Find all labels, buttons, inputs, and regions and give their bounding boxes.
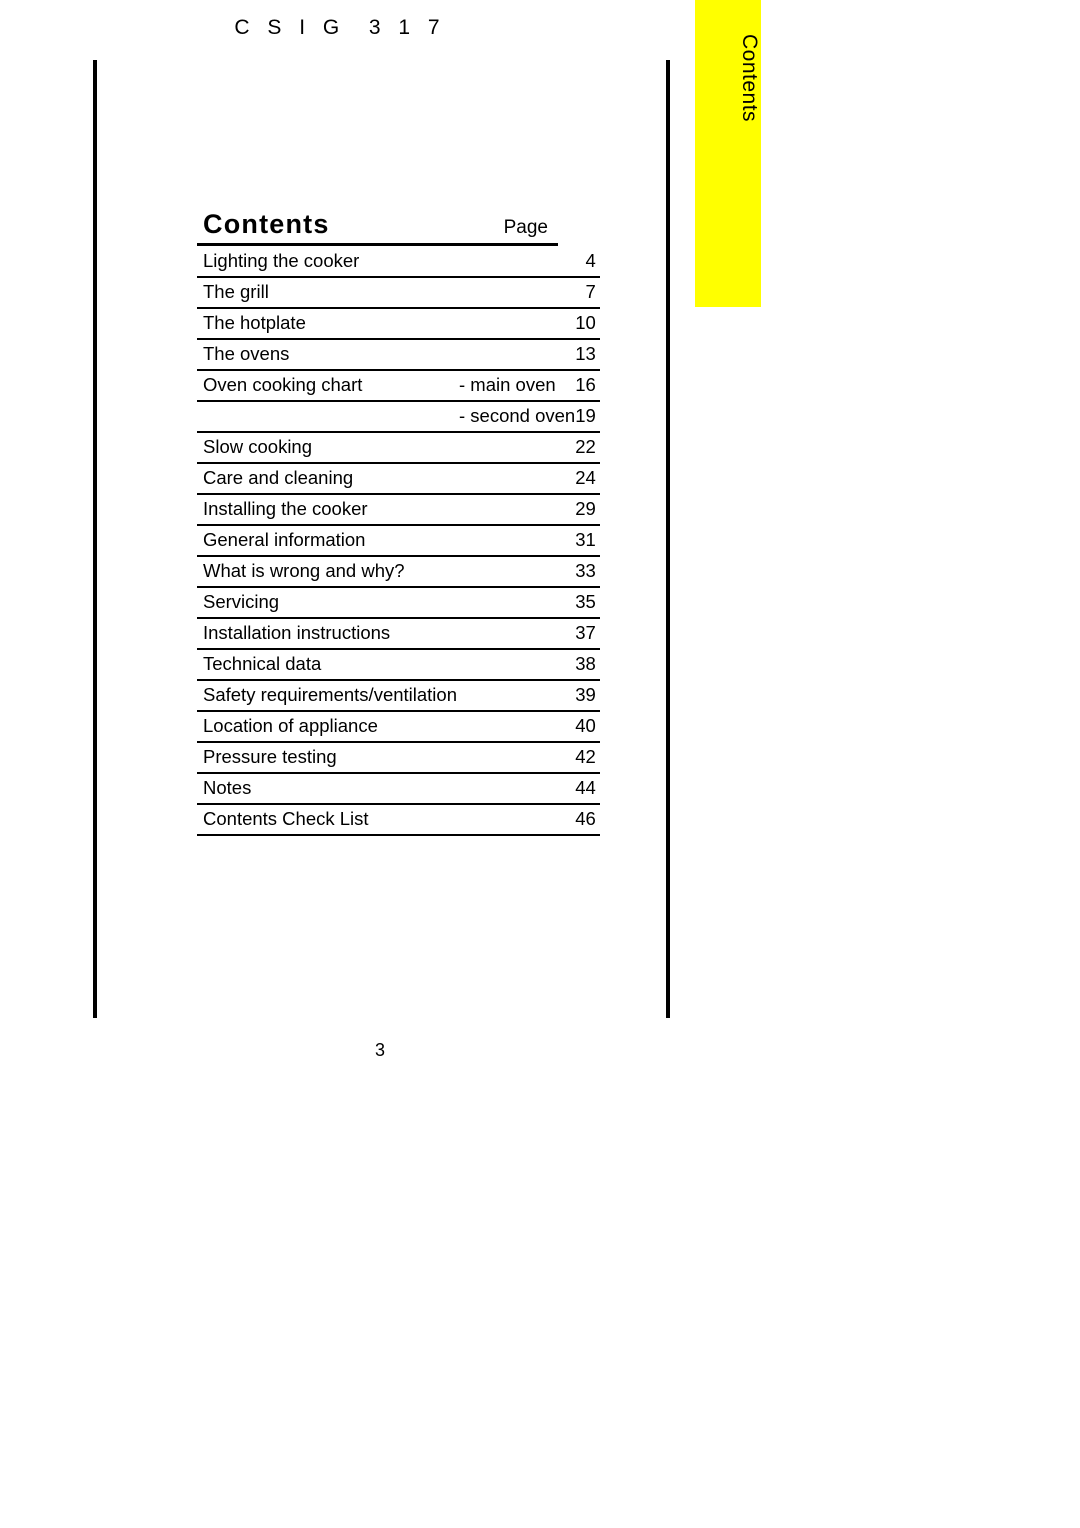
toc-entry-subtitle (457, 742, 576, 774)
toc-entry-subtitle (457, 773, 576, 805)
toc-entry-page-number: 16 (575, 370, 600, 402)
toc-entry-page-number: 46 (575, 804, 600, 836)
table-row[interactable]: Slow cooking 22 (197, 432, 600, 464)
table-row[interactable]: Pressure testing 42 (197, 742, 600, 774)
folio-page-number: 3 (374, 1040, 385, 1060)
toc-entry-page-number: 39 (575, 680, 600, 712)
toc-entry-page-number: 42 (575, 742, 600, 774)
toc-entry-subtitle (457, 308, 576, 340)
toc-entry-subtitle (457, 649, 576, 681)
table-row[interactable]: Notes 44 (197, 773, 600, 805)
toc-entry-page-number: 22 (575, 432, 600, 464)
toc-entry-page-number: 33 (575, 556, 600, 588)
toc-entry-subtitle (457, 804, 576, 836)
toc-entry-page-number: 37 (575, 618, 600, 650)
toc-entry-subtitle: - second oven (457, 401, 576, 433)
toc-entry-title: Lighting the cooker (197, 246, 457, 278)
toc-entry-title: Location of appliance (197, 711, 457, 743)
toc-header-row: Contents Page (197, 210, 558, 246)
toc-entry-page-number: 31 (575, 525, 600, 557)
table-row[interactable]: Care and cleaning 24 (197, 463, 600, 495)
table-row[interactable]: Technical data 38 (197, 649, 600, 681)
page-title: Contents (203, 209, 330, 239)
table-row[interactable]: Location of appliance 40 (197, 711, 600, 743)
toc-entry-subtitle (457, 525, 576, 557)
page-rule-left (93, 60, 97, 1018)
table-row[interactable]: Lighting the cooker 4 (197, 246, 600, 278)
toc-entry-title: Notes (197, 773, 457, 805)
toc-entry-subtitle: - main oven (457, 370, 576, 402)
toc-entry-title: Installation instructions (197, 618, 457, 650)
toc-entry-title: Safety requirements/ventilation (197, 680, 457, 712)
toc-entry-page-number: 13 (575, 339, 600, 371)
table-of-contents: Contents Page Lighting the cooker 4 The gr… (197, 210, 600, 836)
table-row[interactable]: Contents Check List 46 (197, 804, 600, 836)
table-row[interactable]: The hotplate 10 (197, 308, 600, 340)
table-row[interactable]: The ovens 13 (197, 339, 600, 371)
section-thumb-tab-label: Contents (738, 34, 761, 123)
toc-entry-title (197, 401, 457, 433)
toc-entry-title: Contents Check List (197, 804, 457, 836)
toc-entry-page-number: 24 (575, 463, 600, 495)
toc-entry-page-number: 7 (575, 277, 600, 309)
table-row[interactable]: Servicing 35 (197, 587, 600, 619)
toc-entry-page-number: 44 (575, 773, 600, 805)
toc-entry-subtitle (457, 556, 576, 588)
toc-entry-title: Installing the cooker (197, 494, 457, 526)
toc-entry-page-number: 35 (575, 587, 600, 619)
toc-entry-title: Technical data (197, 649, 457, 681)
table-row[interactable]: Safety requirements/ventilation 39 (197, 680, 600, 712)
toc-entry-subtitle (457, 618, 576, 650)
toc-entry-title: What is wrong and why? (197, 556, 457, 588)
table-row[interactable]: General information 31 (197, 525, 600, 557)
toc-entry-page-number: 38 (575, 649, 600, 681)
document-model-code: C S I G 3 1 7 (234, 16, 446, 39)
toc-entry-title: The ovens (197, 339, 457, 371)
toc-entry-title: The grill (197, 277, 457, 309)
toc-entry-page-number: 19 (575, 401, 600, 433)
toc-entry-title: Slow cooking (197, 432, 457, 464)
table-row[interactable]: - second oven 19 (197, 401, 600, 433)
toc-entry-subtitle (457, 711, 576, 743)
toc-entry-subtitle (457, 463, 576, 495)
toc-entry-subtitle (457, 494, 576, 526)
toc-table: Lighting the cooker 4 The grill 7 The hotpla… (197, 246, 600, 836)
toc-entry-subtitle (457, 277, 576, 309)
toc-entry-page-number: 4 (575, 246, 600, 278)
toc-entry-title: Servicing (197, 587, 457, 619)
section-thumb-tab: Contents (695, 0, 761, 307)
table-row[interactable]: Oven cooking chart - main oven 16 (197, 370, 600, 402)
table-row[interactable]: The grill 7 (197, 277, 600, 309)
toc-entry-title: Oven cooking chart (197, 370, 457, 402)
toc-entry-title: Care and cleaning (197, 463, 457, 495)
toc-entry-title: General information (197, 525, 457, 557)
toc-entry-subtitle (457, 246, 576, 278)
table-row[interactable]: Installing the cooker 29 (197, 494, 600, 526)
table-row[interactable]: What is wrong and why? 33 (197, 556, 600, 588)
toc-entry-page-number: 40 (575, 711, 600, 743)
toc-entry-subtitle (457, 432, 576, 464)
toc-entry-title: Pressure testing (197, 742, 457, 774)
table-row[interactable]: Installation instructions 37 (197, 618, 600, 650)
toc-entry-page-number: 29 (575, 494, 600, 526)
toc-entry-page-number: 10 (575, 308, 600, 340)
toc-entry-subtitle (457, 680, 576, 712)
toc-entry-subtitle (457, 339, 576, 371)
page-rule-right (666, 60, 670, 1018)
toc-entry-subtitle (457, 587, 576, 619)
toc-entry-title: The hotplate (197, 308, 457, 340)
toc-page-column-label: Page (503, 217, 548, 238)
